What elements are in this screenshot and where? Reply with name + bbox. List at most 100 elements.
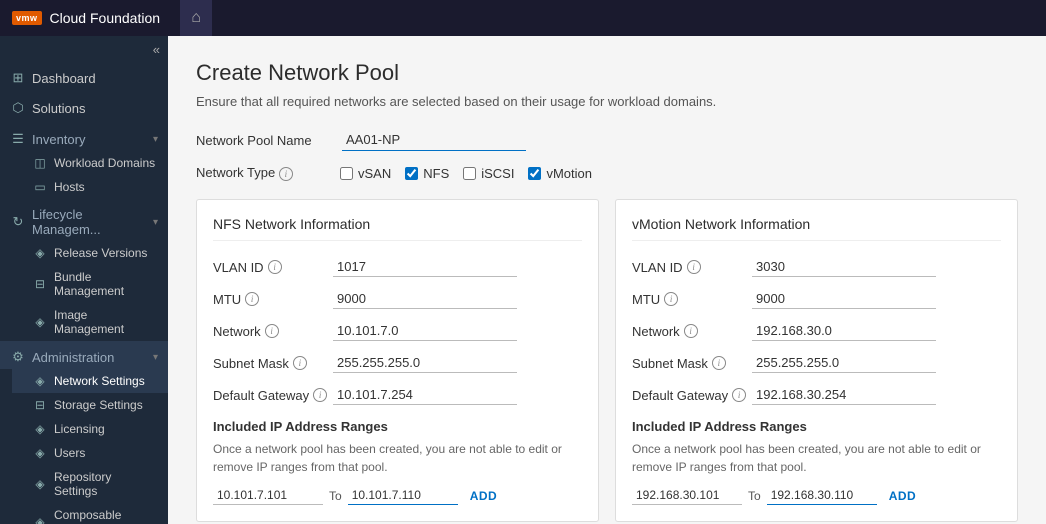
sidebar-item-administration[interactable]: ⚙ Administration ▾ [0,341,168,369]
inventory-submenu: ◫ Workload Domains ▭ Hosts [0,151,168,199]
nfs-ip-ranges-desc: Once a network pool has been created, yo… [213,440,582,476]
vmotion-ip-range-row: To ADD [632,486,1001,505]
vmotion-network-label: Network i [632,324,752,339]
mtu-info-icon: i [245,292,259,306]
sidebar-item-users[interactable]: ◈ Users [12,441,168,465]
nfs-ip-ranges-title: Included IP Address Ranges [213,419,582,434]
nfs-mtu-label: MTU i [213,292,333,307]
vmotion-mtu-label: MTU i [632,292,752,307]
sidebar-item-composable-infra[interactable]: ◈ Composable Infrastr... [12,503,168,524]
vmotion-vlan-info-icon: i [687,260,701,274]
sidebar-item-workload-domains[interactable]: ◫ Workload Domains [12,151,168,175]
nfs-ip-from-input[interactable] [213,486,323,505]
nfs-gateway-input[interactable] [333,385,517,405]
network-type-info-icon: i [279,167,293,181]
sidebar-item-lifecycle[interactable]: ↻ Lifecycle Managem... ▾ [0,199,168,241]
vmotion-panel: vMotion Network Information VLAN ID i MT… [615,199,1018,522]
sidebar-item-inventory[interactable]: ☰ Inventory ▾ [0,123,168,151]
nfs-vlan-input[interactable] [333,257,517,277]
sidebar-item-label: Image Management [54,308,158,336]
network-type-row: Network Type i vSAN NFS iSCSI vMotion [196,165,1018,181]
sidebar-item-dashboard[interactable]: ⊞ Dashboard [0,63,168,93]
dashboard-icon: ⊞ [10,70,26,86]
vsan-checkbox[interactable] [340,167,353,180]
sidebar-item-release-versions[interactable]: ◈ Release Versions [12,241,168,265]
nfs-gateway-label: Default Gateway i [213,388,333,403]
pool-name-input[interactable] [342,129,526,151]
iscsi-checkbox[interactable] [463,167,476,180]
sidebar-item-licensing[interactable]: ◈ Licensing [12,417,168,441]
sidebar-item-label: Composable Infrastr... [54,508,158,524]
vmotion-to-label: To [748,489,761,503]
nfs-label: NFS [423,166,449,181]
vmotion-network-input[interactable] [752,321,936,341]
nfs-subnet-input[interactable] [333,353,517,373]
pool-name-row: Network Pool Name [196,129,1018,151]
vmotion-gateway-input[interactable] [752,385,936,405]
nfs-mtu-row: MTU i [213,289,582,309]
vmotion-gateway-label: Default Gateway i [632,388,752,403]
nfs-ip-range-row: To ADD [213,486,582,505]
bundle-icon: ⊟ [32,277,48,291]
nfs-network-input[interactable] [333,321,517,341]
sidebar-item-label: Inventory [32,132,85,147]
vmotion-vlan-input[interactable] [752,257,936,277]
vmotion-subnet-row: Subnet Mask i [632,353,1001,373]
vmotion-gateway-row: Default Gateway i [632,385,1001,405]
vmotion-vlan-label: VLAN ID i [632,260,752,275]
sidebar-item-repository-settings[interactable]: ◈ Repository Settings [12,465,168,503]
sidebar-item-label: Administration [32,350,114,365]
vmotion-ip-to-input[interactable] [767,486,877,505]
sidebar-item-label: Licensing [54,422,105,436]
nfs-add-button[interactable]: ADD [464,487,504,505]
sidebar-item-network-settings[interactable]: ◈ Network Settings [12,369,168,393]
nfs-network-row: Network i [213,321,582,341]
storage-settings-icon: ⊟ [32,398,48,412]
iscsi-checkbox-label[interactable]: iSCSI [463,166,514,181]
sidebar-item-hosts[interactable]: ▭ Hosts [12,175,168,199]
sidebar-item-image-management[interactable]: ◈ Image Management [12,303,168,341]
sidebar-collapse-button[interactable]: « [0,36,168,63]
sidebar-item-bundle-management[interactable]: ⊟ Bundle Management [12,265,168,303]
vsan-checkbox-label[interactable]: vSAN [340,166,391,181]
main-layout: « ⊞ Dashboard ⬡ Solutions ☰ Inventory ▾ … [0,36,1046,524]
network-panels: NFS Network Information VLAN ID i MTU i … [196,199,1018,522]
nfs-mtu-input[interactable] [333,289,517,309]
sidebar-item-label: Lifecycle Managem... [32,207,147,237]
vsan-label: vSAN [358,166,391,181]
sidebar-item-label: Release Versions [54,246,147,260]
network-info-icon: i [265,324,279,338]
nfs-gateway-row: Default Gateway i [213,385,582,405]
image-icon: ◈ [32,315,48,329]
vmotion-mtu-input[interactable] [752,289,936,309]
vmotion-vlan-row: VLAN ID i [632,257,1001,277]
vmotion-checkbox[interactable] [528,167,541,180]
vmotion-add-button[interactable]: ADD [883,487,923,505]
network-type-label: Network Type i [196,165,326,181]
nfs-ip-to-input[interactable] [348,486,458,505]
nfs-vlan-label: VLAN ID i [213,260,333,275]
vmotion-network-row: Network i [632,321,1001,341]
nfs-vlan-row: VLAN ID i [213,257,582,277]
sidebar-item-storage-settings[interactable]: ⊟ Storage Settings [12,393,168,417]
administration-icon: ⚙ [10,349,26,365]
nfs-checkbox-label[interactable]: NFS [405,166,449,181]
content-area: Create Network Pool Ensure that all requ… [168,36,1046,524]
composable-icon: ◈ [32,515,48,524]
home-button[interactable]: ⌂ [180,0,212,36]
sidebar-item-label: Users [54,446,85,460]
workload-domains-icon: ◫ [32,156,48,170]
vmotion-subnet-input[interactable] [752,353,936,373]
topbar-logo: vmw Cloud Foundation [12,10,160,26]
nfs-checkbox[interactable] [405,167,418,180]
vmotion-ip-ranges-desc: Once a network pool has been created, yo… [632,440,1001,476]
sidebar-item-label: Storage Settings [54,398,143,412]
nfs-to-label: To [329,489,342,503]
users-icon: ◈ [32,446,48,460]
chevron-down-icon: ▾ [153,217,158,228]
vmotion-ip-from-input[interactable] [632,486,742,505]
page-subtitle: Ensure that all required networks are se… [196,94,1018,109]
vmotion-checkbox-label[interactable]: vMotion [528,166,592,181]
sidebar-item-solutions[interactable]: ⬡ Solutions [0,93,168,123]
sidebar-item-label: Network Settings [54,374,145,388]
